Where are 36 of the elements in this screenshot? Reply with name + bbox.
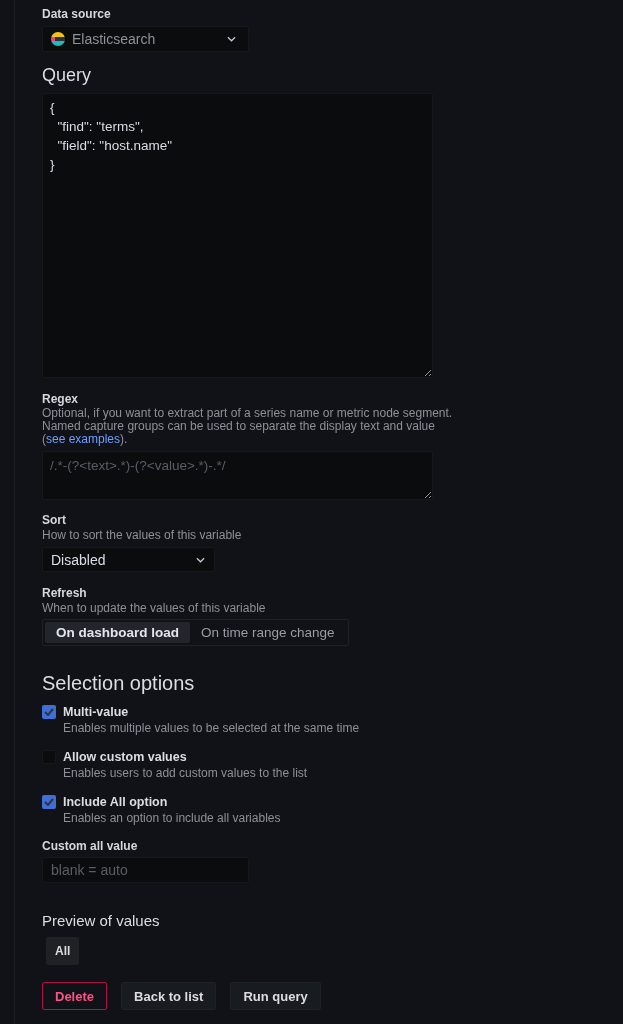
secondary-button[interactable]: Back to list — [121, 982, 217, 1010]
field-label: Data source — [42, 7, 111, 22]
section-heading: Preview of values — [42, 911, 160, 931]
option-label: Multi-value — [63, 704, 130, 720]
data-source-select[interactable]: Elasticsearch — [42, 26, 249, 52]
data-source-logo-icon — [51, 32, 65, 46]
sort-select[interactable]: Disabled — [42, 547, 215, 572]
delete-button[interactable]: Delete — [42, 982, 108, 1010]
field-description: When to update the values of this variable — [42, 601, 266, 615]
radio-option[interactable]: On dashboard load — [45, 622, 190, 643]
checkmark-icon — [44, 708, 54, 716]
option-description: Enables users to add custom values to the list — [63, 765, 308, 781]
checkbox[interactable] — [42, 705, 56, 719]
chevron-down-icon — [227, 36, 236, 42]
secondary-button[interactable]: Run query — [230, 982, 321, 1010]
field-description: How to sort the values of this variable — [42, 528, 242, 542]
option-description: Enables multiple values to be selected at the same time — [63, 720, 360, 736]
section-heading: Query — [42, 64, 92, 86]
field-label: Refresh — [42, 586, 87, 601]
value-tag: All — [46, 937, 80, 965]
checkmark-icon — [44, 798, 54, 806]
link[interactable]: see examples — [46, 432, 121, 446]
option-description: Enables an option to include all variables — [63, 810, 281, 826]
checkbox[interactable] — [42, 795, 56, 809]
option-label: Include All option — [63, 794, 169, 810]
field-label: Regex — [42, 392, 79, 407]
regex-field[interactable]: /.*-(?<text>.*)-(?<value>.*)-.*/ — [42, 451, 433, 500]
custom-all-value-field[interactable]: blank = auto — [42, 857, 249, 883]
chevron-down-icon — [196, 556, 205, 563]
field-label: Custom all value — [42, 839, 138, 854]
query-field[interactable]: { "find": "terms", "field": "host.name" } — [42, 93, 433, 378]
option-label: Allow custom values — [63, 749, 188, 765]
field-label: Sort — [42, 513, 66, 528]
field-description: Optional, if you want to extract part of a series name or metric node segment. Named capture groups can be used to separate the display text and value (see examples). — [42, 407, 454, 446]
section-heading: Selection options — [42, 671, 195, 695]
radio-option[interactable]: On time range change — [190, 622, 346, 643]
